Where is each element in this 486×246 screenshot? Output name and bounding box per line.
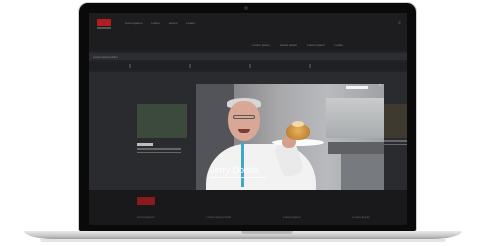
laptop-screen: Lorem ipsum Lorem Lorem Lorem ⌕ Lorem ip… — [89, 13, 407, 225]
card-text-line — [137, 148, 181, 150]
subnav-item[interactable]: Lorem ipsum — [280, 43, 297, 47]
footer-column-title: Lorem ipsum — [352, 215, 370, 219]
card-thumbnail — [137, 104, 187, 138]
glasses — [233, 115, 255, 119]
nav-item[interactable]: Lorem — [169, 21, 178, 25]
kitchen-shelf — [326, 98, 384, 138]
sub-nav: Lorem ipsum Lorem ipsum Lorem ipsum Lore… — [89, 39, 407, 51]
plate — [272, 139, 324, 146]
laptop-lid: Lorem ipsum Lorem Lorem Lorem ⌕ Lorem ip… — [79, 3, 416, 231]
article-card[interactable] — [137, 104, 187, 160]
chef-face — [228, 101, 260, 141]
footer-column-title: Lorem ipsum dolor — [206, 215, 232, 219]
card-text-line — [137, 151, 181, 153]
close-icon[interactable]: × — [378, 84, 382, 89]
laptop-mockup: Lorem ipsum Lorem Lorem Lorem ⌕ Lorem ip… — [0, 0, 486, 246]
tab-marker[interactable] — [129, 64, 131, 68]
site-footer: Lorem ipsum Lorem ipsum dolor Lorem ipsu… — [89, 190, 407, 225]
subnav-item[interactable]: Lorem ipsum — [307, 43, 324, 47]
tab-marker[interactable] — [249, 64, 251, 68]
footer-column-title: Lorem ipsum — [283, 215, 301, 219]
tab-marker[interactable] — [309, 64, 311, 68]
brand-logo[interactable] — [97, 19, 111, 26]
tab-bar — [89, 62, 407, 70]
video-modal[interactable]: Jerry Dobbs × — [196, 84, 384, 190]
laptop-base-shadow — [40, 239, 446, 242]
tab-marker[interactable] — [189, 64, 191, 68]
nav-item[interactable]: Lorem — [151, 21, 160, 25]
laptop-base — [24, 231, 462, 239]
video-caption: Jerry Dobbs — [210, 165, 259, 175]
caption-underline — [210, 177, 266, 178]
kitchen-counter — [328, 142, 384, 154]
footer-column-title: Lorem ipsum — [137, 215, 155, 219]
breadcrumb[interactable]: Lorem ipsum dolor — [93, 55, 118, 59]
search-icon[interactable]: ⌕ — [398, 20, 401, 26]
nav-item[interactable]: Lorem — [186, 21, 195, 25]
subnav-item[interactable]: Lorem — [334, 43, 343, 47]
footer-logo[interactable] — [137, 197, 155, 205]
main-nav: Lorem ipsum Lorem Lorem Lorem — [125, 21, 195, 25]
laptop-notch — [241, 231, 293, 234]
card-title — [137, 143, 153, 146]
breadcrumb-bar: Lorem ipsum dolor — [89, 53, 407, 60]
brand-logo-subtitle — [97, 27, 111, 29]
webcam — [244, 6, 248, 10]
pastry-topping — [292, 121, 304, 127]
kitchen-equipment — [341, 154, 384, 190]
ceiling-light — [346, 86, 368, 89]
site-header: Lorem ipsum Lorem Lorem Lorem ⌕ — [89, 13, 407, 39]
nav-item[interactable]: Lorem ipsum — [125, 21, 142, 25]
subnav-item[interactable]: Lorem ipsum — [252, 43, 269, 47]
